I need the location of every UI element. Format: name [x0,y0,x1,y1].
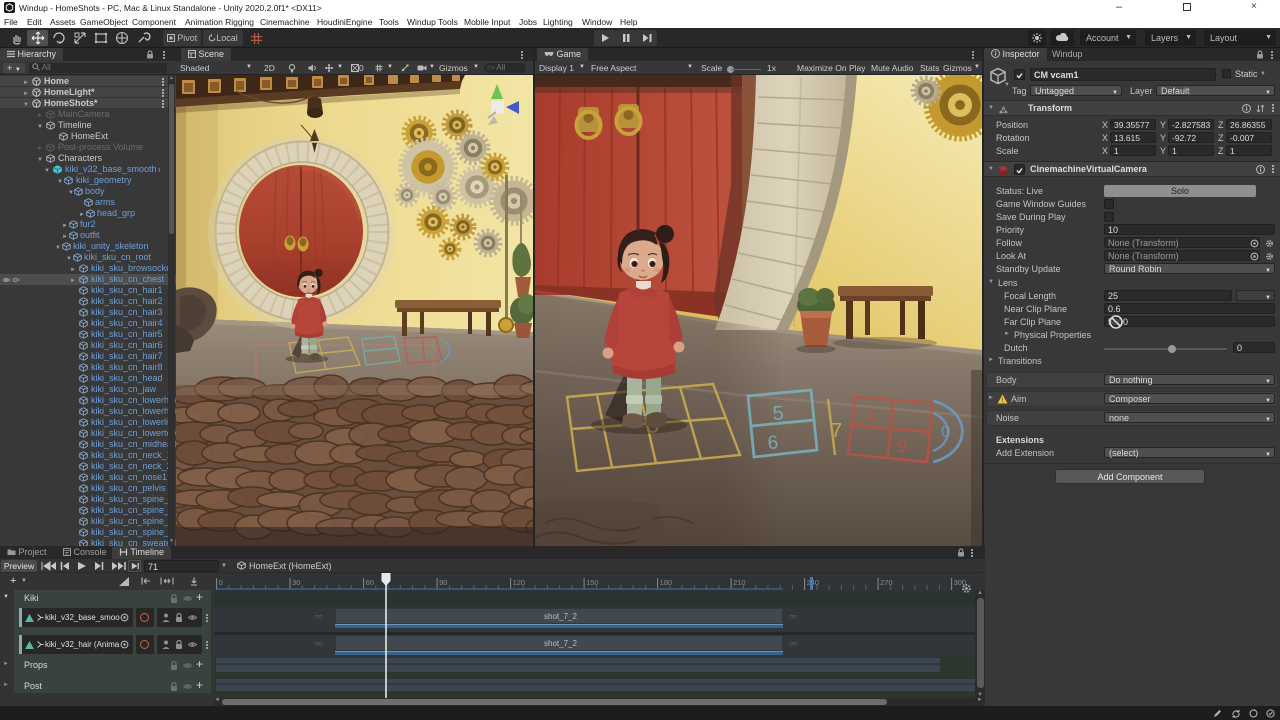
svg-text:4: 4 [867,407,876,426]
svg-text:!: ! [1002,398,1004,405]
svg-text:6: 6 [767,432,779,454]
svg-text:7: 7 [831,420,842,442]
svg-text:5: 5 [772,402,784,425]
svg-text:90: 90 [439,578,447,587]
svg-text:0: 0 [219,578,223,587]
svg-text:0: 0 [941,422,950,441]
svg-text:30: 30 [292,578,300,587]
svg-text:60: 60 [366,578,374,587]
svg-text:9: 9 [897,437,906,456]
